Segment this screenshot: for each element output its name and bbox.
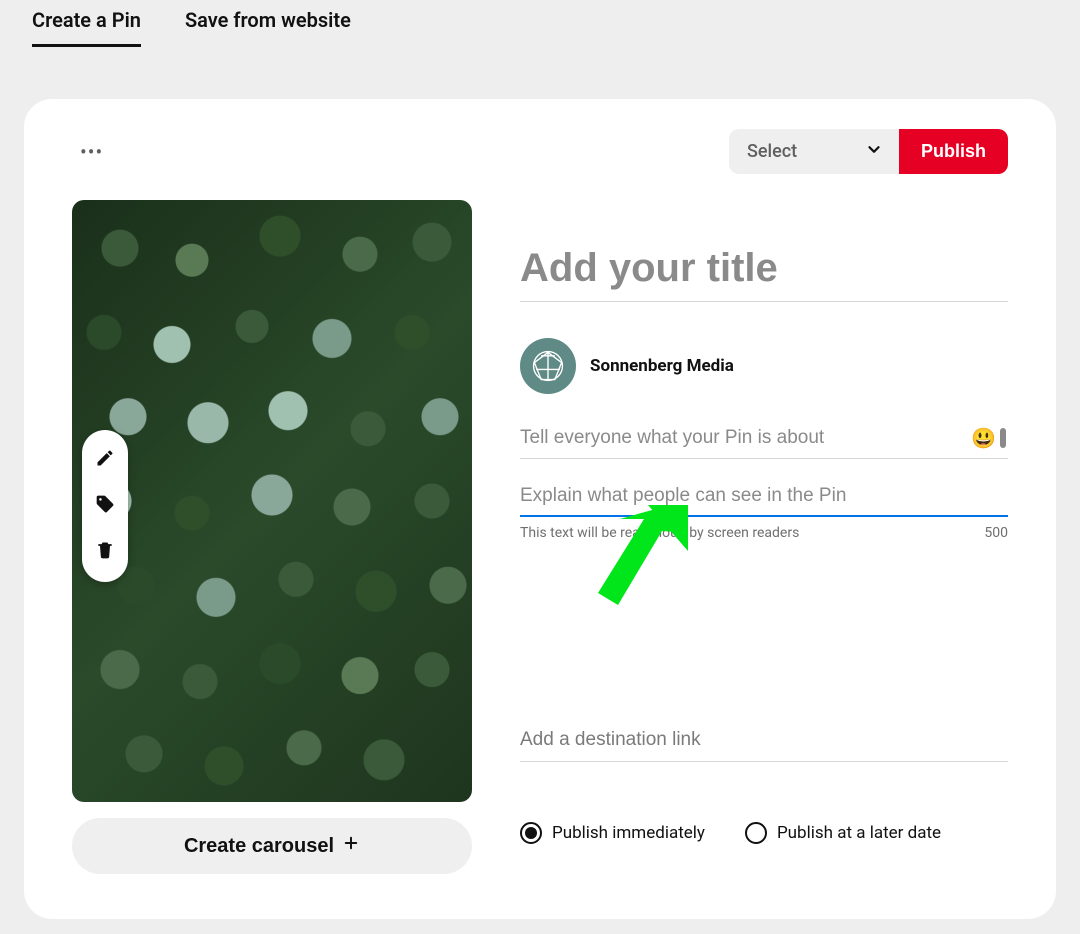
radio-icon bbox=[745, 822, 767, 844]
card-body: Create carousel Sonnenberg Media bbox=[72, 200, 1008, 874]
form-column: Sonnenberg Media 😃 This text will be rea… bbox=[520, 200, 1008, 844]
radio-publish-later[interactable]: Publish at a later date bbox=[745, 822, 941, 844]
board-select-label: Select bbox=[747, 141, 797, 162]
description-input[interactable] bbox=[520, 427, 963, 449]
top-tabs: Create a Pin Save from website bbox=[0, 0, 1080, 47]
more-options-button[interactable]: ••• bbox=[74, 134, 109, 170]
create-carousel-button[interactable]: Create carousel bbox=[72, 818, 472, 874]
tab-save-from-website[interactable]: Save from website bbox=[185, 8, 351, 47]
emoji-attach-group[interactable]: 😃 bbox=[971, 426, 1008, 450]
paperclip-icon bbox=[998, 427, 1008, 449]
trash-icon bbox=[95, 545, 115, 564]
plus-icon bbox=[342, 834, 360, 858]
chevron-down-icon bbox=[865, 140, 883, 163]
radio-label: Publish immediately bbox=[552, 823, 705, 843]
author-row: Sonnenberg Media bbox=[520, 338, 1008, 394]
destination-link-input[interactable] bbox=[520, 729, 1008, 762]
delete-image-button[interactable] bbox=[95, 540, 115, 564]
radio-label: Publish at a later date bbox=[777, 823, 941, 843]
publish-button[interactable]: Publish bbox=[899, 129, 1008, 174]
edit-image-button[interactable] bbox=[95, 448, 115, 472]
image-tools-panel bbox=[82, 430, 128, 582]
create-carousel-label: Create carousel bbox=[184, 835, 334, 858]
pin-editor-card: ••• Select Publish bbox=[24, 99, 1056, 919]
alt-text-meta: This text will be read aloud by screen r… bbox=[520, 525, 1008, 541]
radio-icon bbox=[520, 822, 542, 844]
tab-create-pin[interactable]: Create a Pin bbox=[32, 8, 141, 47]
pin-image-preview[interactable] bbox=[72, 200, 472, 802]
board-select-dropdown[interactable]: Select bbox=[729, 129, 899, 174]
globe-icon bbox=[531, 349, 565, 383]
pencil-icon bbox=[95, 453, 115, 472]
alt-text-hint: This text will be read aloud by screen r… bbox=[520, 525, 799, 541]
alt-text-input[interactable] bbox=[520, 485, 1008, 517]
smiley-icon: 😃 bbox=[971, 426, 996, 450]
description-row: 😃 bbox=[520, 426, 1008, 459]
alt-text-counter: 500 bbox=[984, 525, 1008, 541]
avatar[interactable] bbox=[520, 338, 576, 394]
radio-publish-immediately[interactable]: Publish immediately bbox=[520, 822, 705, 844]
schedule-radio-group: Publish immediately Publish at a later d… bbox=[520, 822, 1008, 844]
top-actions: Select Publish bbox=[729, 129, 1008, 174]
author-name: Sonnenberg Media bbox=[590, 356, 734, 376]
image-column: Create carousel bbox=[72, 200, 472, 874]
title-input[interactable] bbox=[520, 242, 1008, 302]
tag-image-button[interactable] bbox=[95, 494, 115, 518]
tag-icon bbox=[95, 499, 115, 518]
card-top-row: ••• Select Publish bbox=[72, 129, 1008, 174]
ellipsis-icon: ••• bbox=[80, 140, 103, 164]
